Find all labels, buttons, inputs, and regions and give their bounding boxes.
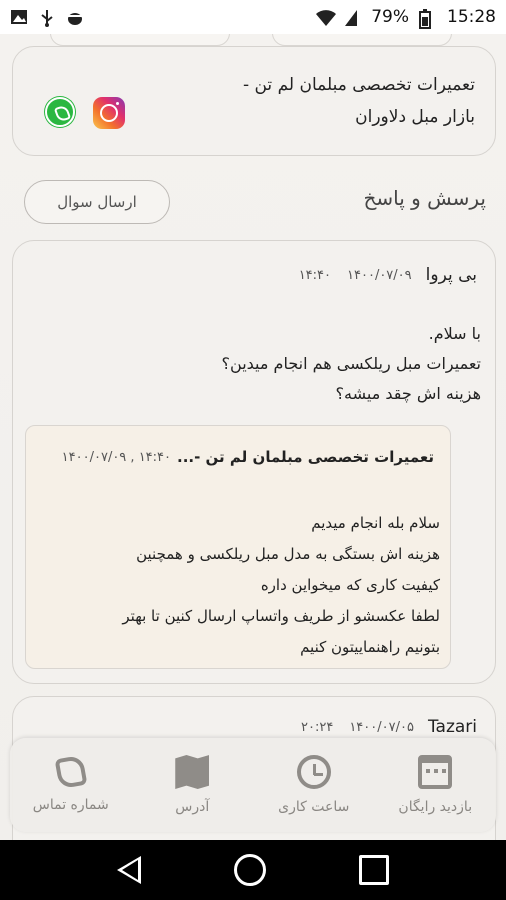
home-icon[interactable] [233,854,266,886]
android-debug-icon [66,9,84,25]
tag-chip[interactable] [272,34,452,46]
nav-hours[interactable]: ساعت کاری [253,738,375,832]
question-author: بی پروا [425,265,477,285]
phone-icon [54,754,88,790]
question-date: ۱۴۰۰/۰۷/۰۹ [347,267,412,283]
question-card[interactable]: ۱۴:۴۰ ۱۴۰۰/۰۷/۰۹ بی پروا با سلام. تعمیرا… [12,240,496,684]
question-time: ۲۰:۲۴ [301,719,334,735]
tag-chip[interactable] [50,34,230,46]
nav-address[interactable]: آدرس [132,738,254,832]
answer-author: تعمیرات تخصصی مبلمان لم تن -... [177,448,434,466]
status-bar: 79% 15:28 [0,0,506,34]
ask-question-button[interactable]: ارسال سوال [24,180,170,224]
answer-meta: ۱۴۰۰/۰۷/۰۹ , ۱۴:۴۰ [61,449,171,465]
recents-icon[interactable] [359,855,390,885]
shop-name: تعمیرات تخصصی مبلمان لم تن - بازار مبل د… [242,75,475,127]
question-date: ۱۴۰۰/۰۷/۰۵ [349,719,414,735]
question-author: Tazari [427,717,477,737]
content-area: تعمیرات تخصصی مبلمان لم تن - بازار مبل د… [0,34,506,840]
shop-card: تعمیرات تخصصی مبلمان لم تن - بازار مبل د… [12,46,496,156]
question-header: ۱۴:۴۰ ۱۴۰۰/۰۷/۰۹ بی پروا [299,265,477,285]
answer-card: ۱۴۰۰/۰۷/۰۹ , ۱۴:۴۰ تعمیرات تخصصی مبلمان … [25,425,451,669]
battery-text: 79% [371,7,409,27]
answer-text: سلام بله انجام میدیم هزینه اش بستگی به م… [122,514,440,656]
back-icon[interactable] [116,856,141,884]
battery-icon [419,9,437,29]
clock-time: 15:28 [447,7,496,27]
instagram-icon[interactable] [93,97,125,129]
question-time: ۱۴:۴۰ [298,267,332,283]
nav-free-visit[interactable]: بازدید رایگان [375,738,497,832]
nav-phone[interactable]: شماره تماس [10,738,132,832]
usb-icon [38,9,56,27]
whatsapp-icon[interactable] [45,97,75,127]
wifi-icon [315,9,337,26]
clock-icon [296,755,331,789]
image-icon [10,9,28,25]
answer-header: ۱۴۰۰/۰۷/۰۹ , ۱۴:۴۰ تعمیرات تخصصی مبلمان … [62,448,434,466]
qa-title: پرسش و پاسخ [363,186,486,210]
question-text: با سلام. تعمیرات مبل ریلکسی هم انجام مید… [221,324,481,403]
system-nav-bar [0,840,506,900]
map-icon [175,755,210,789]
calendar-icon [418,755,453,789]
bottom-nav: شماره تماس آدرس ساعت کاری بازدید رایگان [10,738,496,832]
signal-icon [343,9,361,26]
question-header: ۲۰:۲۴ ۱۴۰۰/۰۷/۰۵ Tazari [301,717,477,737]
